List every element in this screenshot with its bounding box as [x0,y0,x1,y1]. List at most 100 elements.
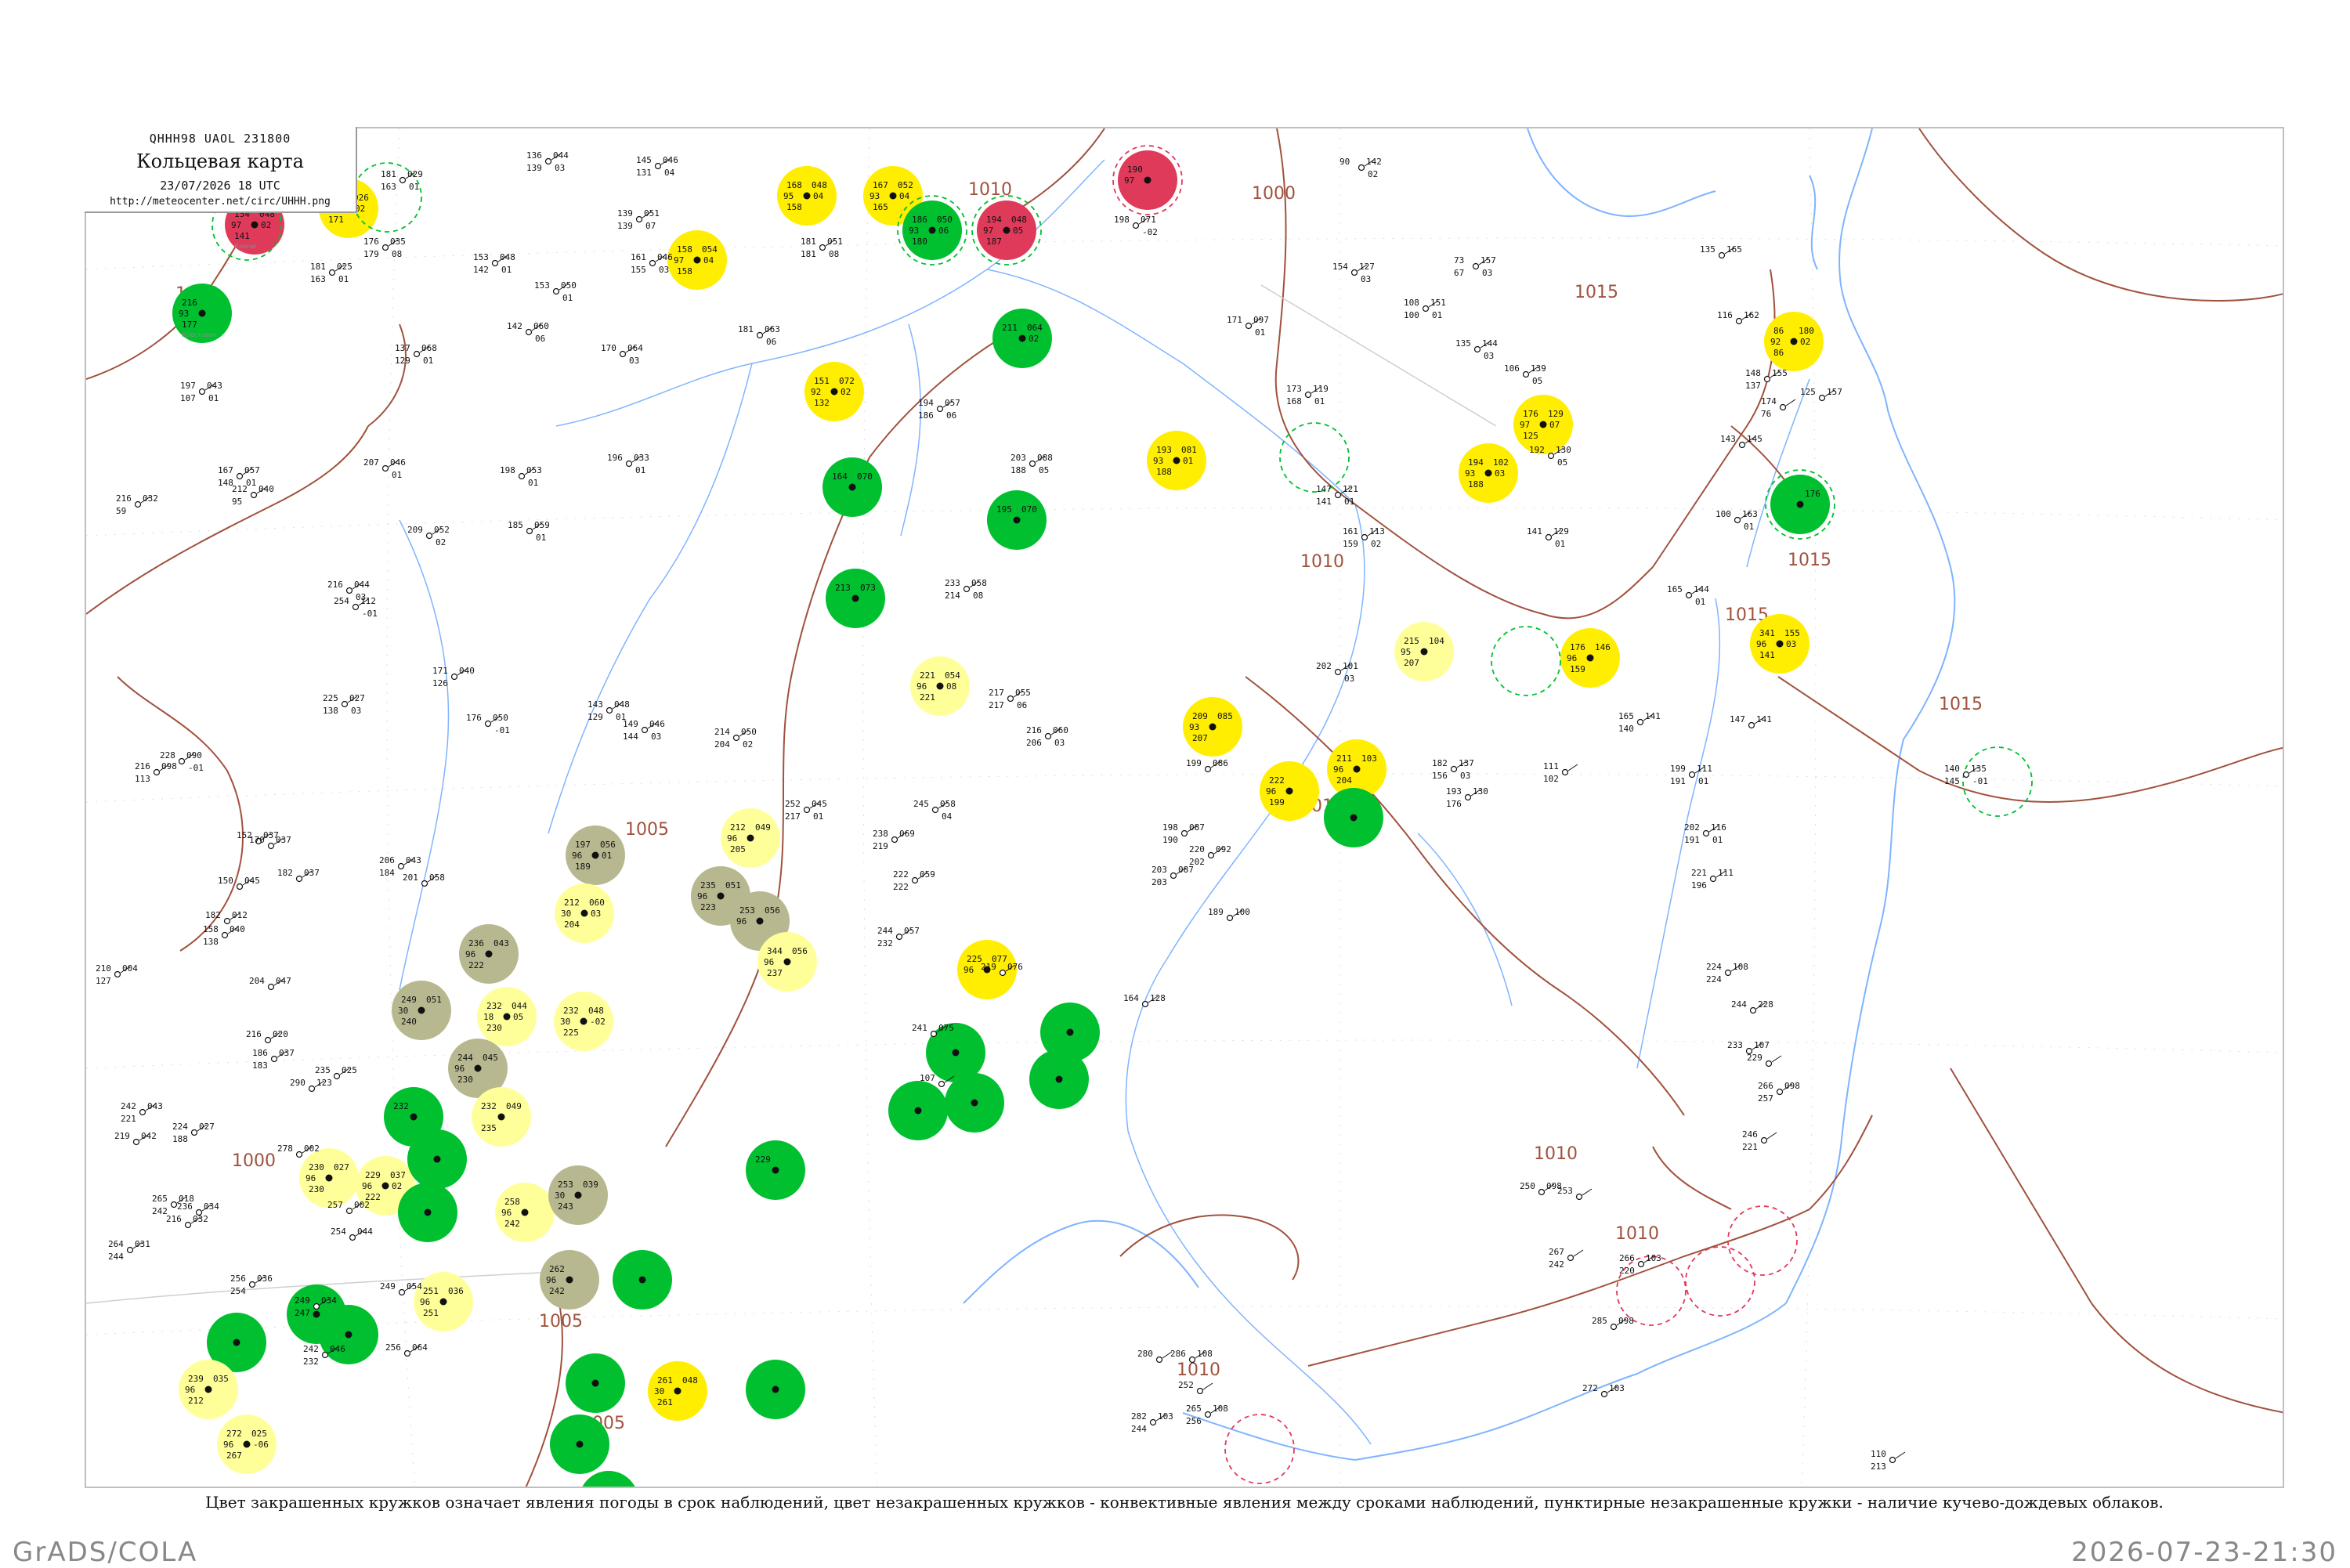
station-observation[interactable]: 23996212 035 [179,1360,238,1419]
station-observation[interactable]: 21230204 06003 [555,883,614,943]
station-observation-plain[interactable]: 198 071 -02 [1114,215,1158,237]
station-observation[interactable]: 23218230 04405 [477,987,537,1046]
station-observation[interactable] [945,1073,1004,1133]
station-observation-plain[interactable]: 186 037 183 [252,1048,295,1071]
station-observation[interactable]: 23696222 043 [459,924,519,984]
station-observation-plain[interactable]: 150 045 [218,876,260,891]
station-observation-plain[interactable]: 216 032 [166,1214,208,1229]
station-observation-plain[interactable]: 282 103 244 [1131,1411,1173,1434]
station-observation-plain[interactable]: 110213 [1871,1449,1906,1472]
station-observation-plain[interactable]: 106 139 05 [1504,363,1546,386]
station-observation[interactable]: 195 070 [987,490,1047,550]
station-observation-plain[interactable]: 153 048 142 01 [473,252,515,275]
station-observation-plain[interactable]: 135 165 [1700,244,1742,259]
station-observation-plain[interactable]: 280 [1137,1349,1173,1364]
station-observation[interactable]: 21595207 104 [1394,622,1454,681]
station-observation-plain[interactable]: 135 144 03 [1455,338,1498,361]
station-observation-plain[interactable]: 116 162 [1717,310,1759,325]
station-observation-plain[interactable]: 145 046 131 04 [636,155,678,178]
station-observation-plain[interactable]: 252 045 217 01 [785,799,827,822]
station-observation-plain[interactable]: 182 012 [205,910,248,925]
station-observation[interactable]: 176 [1770,475,1830,534]
station-observation-plain[interactable]: 246221 [1742,1129,1777,1152]
station-observation-plain[interactable]: 285 098 [1592,1316,1634,1331]
station-observation-plain[interactable]: 204 047 [249,976,291,991]
station-observation-plain[interactable]: 264 031 244 [108,1239,150,1262]
station-observation-plain[interactable]: 73 157 67 03 [1454,255,1496,278]
station-observation-plain[interactable]: 256 036 254 [230,1274,273,1296]
station-observation[interactable]: 19393188 08101 [1147,431,1206,490]
station-observation-plain[interactable]: 90 142 02 [1340,157,1382,179]
station-observation-plain[interactable]: 210 004 127 [96,963,138,986]
station-observation-plain[interactable]: 137 068 129 01 [395,343,437,366]
station-observation[interactable]: 17696159 146 [1560,628,1620,688]
station-observation-plain[interactable]: 199 086 [1186,758,1228,773]
station-observation[interactable] [550,1414,609,1474]
station-observation[interactable]: 23230225 048-02 [554,992,613,1051]
station-observation-plain[interactable]: 290 123 [290,1078,332,1093]
station-observation-plain[interactable]: 219 042 [114,1131,157,1146]
station-observation-plain[interactable]: 209 052 02 [407,525,450,547]
station-observation-plain[interactable]: 265 108 256 [1186,1404,1228,1426]
station-observation-plain[interactable]: 216 060 206 03 [1026,725,1068,748]
station-observation-plain[interactable]: 197 043 107 01 [180,381,222,403]
station-observation[interactable]: 26130261 048 [648,1361,707,1421]
station-observation-plain[interactable]: 245 058 04 [913,799,956,822]
station-observation-plain[interactable]: 139 051 139 07 [617,208,660,231]
station-observation-plain[interactable]: 235 025 [315,1065,357,1080]
station-observation-plain[interactable]: 142 060 06 [507,321,549,344]
station-observation[interactable]: 164 070 [822,457,882,517]
station-observation-plain[interactable]: 189 100 [1208,907,1250,922]
station-observation-plain[interactable]: 182 137 156 03 [1432,758,1474,781]
station-observation-plain[interactable]: 153 050 01 [534,280,577,303]
station-observation[interactable]: 211 06402 [992,309,1052,368]
station-observation[interactable]: 19497187 04805 [977,201,1036,260]
station-observation[interactable] [1324,788,1383,847]
station-observation-plain[interactable]: 221 111 196 [1691,868,1734,891]
station-observation-plain[interactable]: 165 144 01 [1667,584,1709,607]
station-observation[interactable]: 34196141 15503 [1750,614,1810,674]
station-observation-plain[interactable]: 193 130 176 [1446,786,1488,809]
station-observation-plain[interactable]: 125 157 [1800,387,1842,402]
station-observation-plain[interactable]: 161 046 155 03 [631,252,673,275]
station-observation-plain[interactable]: 17476 [1761,396,1796,419]
station-observation[interactable] [1029,1050,1089,1109]
station-observation-plain[interactable]: 216 032 59 [116,493,158,516]
station-observation[interactable]: 21693177Крестовая [172,284,232,343]
station-observation[interactable]: 229 [746,1140,805,1200]
station-observation-plain[interactable]: 202 101 03 [1316,661,1358,684]
station-observation[interactable]: 19493188 10203 [1459,443,1518,503]
station-observation-plain[interactable]: 254 044 [331,1227,373,1241]
station-observation-plain[interactable]: 250 098 [1520,1181,1562,1196]
station-observation[interactable]: 27296267 025-06 [217,1414,277,1474]
station-observation-plain[interactable]: 266 098 257 [1758,1081,1800,1104]
station-observation-plain[interactable]: 170 064 03 [601,343,643,366]
station-observation-plain[interactable]: 224 027 188 [172,1122,215,1144]
station-observation-plain[interactable]: 199 111 191 01 [1670,764,1712,786]
station-observation[interactable]: 15192132 07202 [804,362,864,421]
station-observation-plain[interactable]: 185 059 01 [508,520,550,543]
station-observation-plain[interactable]: 256 064 [385,1342,428,1357]
station-observation-plain[interactable]: 242 043 221 [121,1101,163,1124]
station-observation[interactable]: 19097 [1118,150,1177,210]
station-observation-plain[interactable]: 214 050 204 02 [714,727,757,750]
station-observation-plain[interactable]: 267242 [1549,1247,1584,1270]
station-observation-plain[interactable]: 147 141 [1730,714,1772,729]
station-observation-plain[interactable]: 229 [1747,1053,1782,1068]
station-observation-plain[interactable]: 216 098 113 [135,761,177,784]
station-observation-plain[interactable]: 181 025 163 01 [310,262,352,284]
station-observation[interactable]: 25330243 039 [548,1165,608,1225]
station-observation-plain[interactable]: 148 155 137 [1745,368,1788,391]
station-observation[interactable]: 18693180 05006 [902,201,962,260]
station-observation-plain[interactable]: 224 108 224 [1706,962,1748,985]
station-observation-plain[interactable]: 198 053 01 [500,465,542,488]
station-observation-plain[interactable]: 111102 [1543,761,1578,784]
station-observation-plain[interactable]: 182 037 [277,868,320,883]
station-observation-plain[interactable]: 272 103 [1582,1383,1625,1398]
station-observation[interactable] [888,1081,948,1140]
station-observation-plain[interactable]: 220 092 202 [1189,844,1231,867]
station-observation-plain[interactable]: 222 059 222 [893,869,935,892]
station-observation-plain[interactable]: 194 057 186 06 [918,398,960,421]
station-observation-plain[interactable]: 244 057 232 [877,926,920,948]
station-observation-plain[interactable]: 164 128 [1123,993,1166,1008]
